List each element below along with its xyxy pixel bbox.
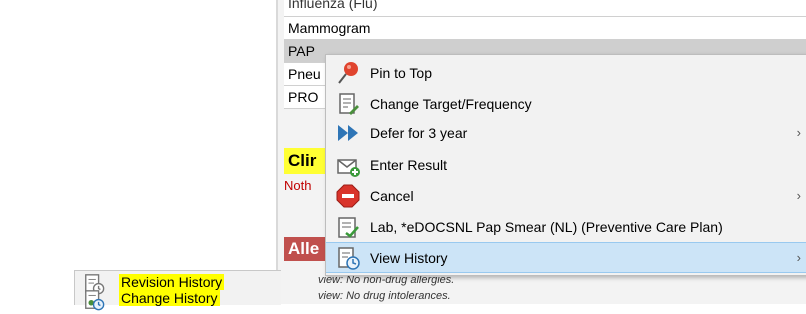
menu-item-label: Cancel	[370, 187, 414, 204]
left-blank-area	[0, 0, 278, 304]
menu-item-label: Defer for 3 year	[370, 124, 468, 141]
history-document-icon	[336, 246, 360, 270]
menu-item-label: Enter Result	[370, 156, 448, 173]
menu-item-label: Change Target/Frequency	[370, 95, 532, 112]
list-item[interactable]: Mammogram	[284, 17, 806, 40]
context-menu: Pin to Top Change Target/Frequency Defer…	[325, 54, 806, 276]
stop-icon	[336, 184, 360, 208]
envelope-add-icon	[336, 153, 360, 177]
submenu-item-change-history[interactable]: Change History	[75, 287, 281, 311]
fast-forward-icon	[336, 121, 360, 145]
menu-item-pin-to-top[interactable]: Pin to Top	[326, 58, 806, 87]
menu-item-change-target[interactable]: Change Target/Frequency	[326, 89, 806, 118]
list-item[interactable]: Influenza (Flu)	[284, 0, 806, 17]
menu-item-label: Pin to Top	[370, 64, 433, 81]
change-history-icon	[83, 289, 105, 311]
pin-icon	[336, 61, 360, 85]
allergy-line: view: No drug intolerances.	[318, 290, 451, 302]
menu-item-label: Lab, *eDOCSNL Pap Smear (NL) (Preventive…	[370, 218, 723, 235]
nothing-text: Noth	[284, 178, 312, 193]
edit-document-icon	[336, 92, 360, 116]
menu-item-label: View History	[370, 249, 448, 266]
chevron-right-icon: ›	[796, 125, 801, 140]
menu-item-defer[interactable]: Defer for 3 year ›	[326, 118, 806, 147]
menu-item-view-history[interactable]: View History ›	[326, 242, 806, 273]
menu-item-cancel[interactable]: Cancel ›	[326, 181, 806, 210]
menu-item-enter-result[interactable]: Enter Result	[326, 150, 806, 179]
view-history-submenu: Revision History Change History	[74, 270, 281, 311]
chevron-right-icon: ›	[796, 250, 801, 265]
menu-item-lab-order[interactable]: Lab, *eDOCSNL Pap Smear (NL) (Preventive…	[326, 212, 806, 241]
lab-order-icon	[336, 215, 360, 239]
chevron-right-icon: ›	[796, 188, 801, 203]
